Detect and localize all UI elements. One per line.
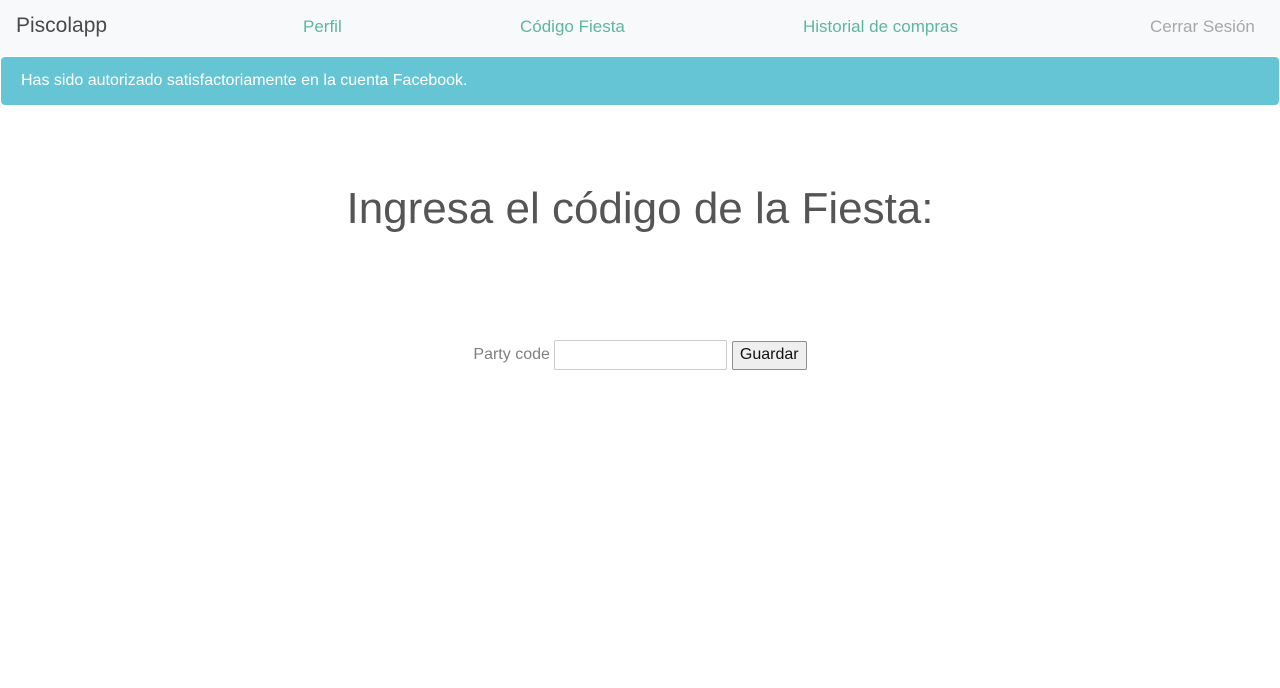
brand-link[interactable]: Piscolapp [16,14,107,38]
navbar: Piscolapp Perfil Código Fiesta Historial… [0,0,1280,56]
page-title: Ingresa el código de la Fiesta: [346,184,934,233]
save-button[interactable]: Guardar [731,340,807,370]
party-code-label: Party code [473,346,550,363]
nav-link-cerrar-sesion[interactable]: Cerrar Sesión [1150,17,1255,37]
facebook-auth-alert: Has sido autorizado satisfactoriamente e… [1,57,1279,105]
nav-link-historial-de-compras[interactable]: Historial de compras [803,17,958,37]
party-code-input[interactable] [553,340,727,370]
alert-message: Has sido autorizado satisfactoriamente e… [21,72,468,89]
party-code-form: Party code Guardar [0,340,1280,370]
nav-link-codigo-fiesta[interactable]: Código Fiesta [520,17,625,37]
nav-link-perfil[interactable]: Perfil [303,17,342,37]
